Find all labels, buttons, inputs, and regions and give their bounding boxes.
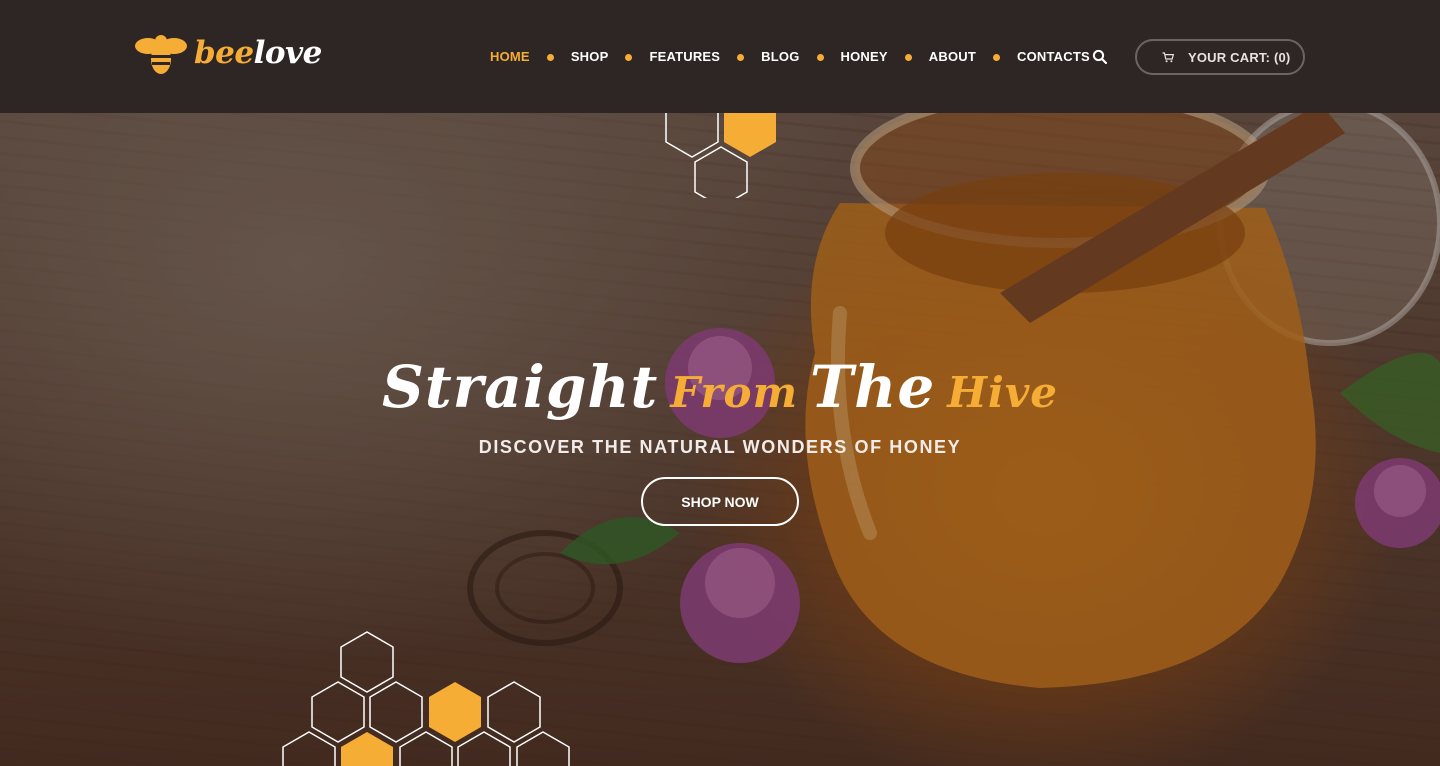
- hero-title-word-accent: From: [670, 368, 799, 417]
- hero-title-word: The: [810, 353, 936, 421]
- logo-text-love: love: [253, 34, 323, 71]
- logo-text: beelove: [194, 34, 323, 71]
- hero-title-word-accent: Hive: [947, 368, 1059, 417]
- main-nav: HOME SHOP FEATURES BLOG HONEY ABOUT CONT…: [490, 49, 1090, 65]
- shop-now-button[interactable]: SHOP NOW: [641, 477, 799, 526]
- nav-item-honey[interactable]: HONEY: [841, 49, 888, 65]
- nav-separator: [625, 53, 633, 61]
- honeycomb-decoration-bottom: [282, 631, 570, 766]
- nav-separator: [992, 53, 1000, 61]
- nav-item-blog[interactable]: BLOG: [761, 49, 799, 65]
- nav-separator: [737, 53, 745, 61]
- search-button[interactable]: [1092, 49, 1108, 65]
- cart-label: YOUR CART: (0): [1188, 49, 1291, 65]
- site-header: beelove HOME SHOP FEATURES BLOG HONEY AB…: [0, 0, 1440, 113]
- hero-title-word: Straight: [381, 353, 659, 421]
- cart-button[interactable]: YOUR CART: (0): [1135, 39, 1305, 75]
- hero-section: Straight From The Hive DISCOVER THE NATURAL…: [0, 113, 1440, 766]
- logo-text-bee: bee: [194, 34, 254, 71]
- nav-separator: [546, 53, 554, 61]
- nav-item-home[interactable]: HOME: [490, 49, 530, 65]
- cart-icon: [1162, 51, 1174, 62]
- nav-separator: [816, 53, 824, 61]
- logo[interactable]: beelove: [134, 33, 322, 77]
- nav-item-contacts[interactable]: CONTACTS: [1017, 49, 1090, 65]
- hero-subtitle: DISCOVER THE NATURAL WONDERS OF HONEY: [478, 437, 962, 457]
- bee-logo-icon: [135, 35, 187, 74]
- honeycomb-decoration-top: [665, 113, 776, 198]
- nav-item-features[interactable]: FEATURES: [649, 49, 720, 65]
- nav-separator: [904, 53, 912, 61]
- hero-title: Straight From The Hive: [0, 358, 1440, 416]
- search-icon: [1092, 49, 1108, 65]
- nav-item-about[interactable]: ABOUT: [929, 49, 976, 65]
- nav-item-shop[interactable]: SHOP: [571, 49, 609, 65]
